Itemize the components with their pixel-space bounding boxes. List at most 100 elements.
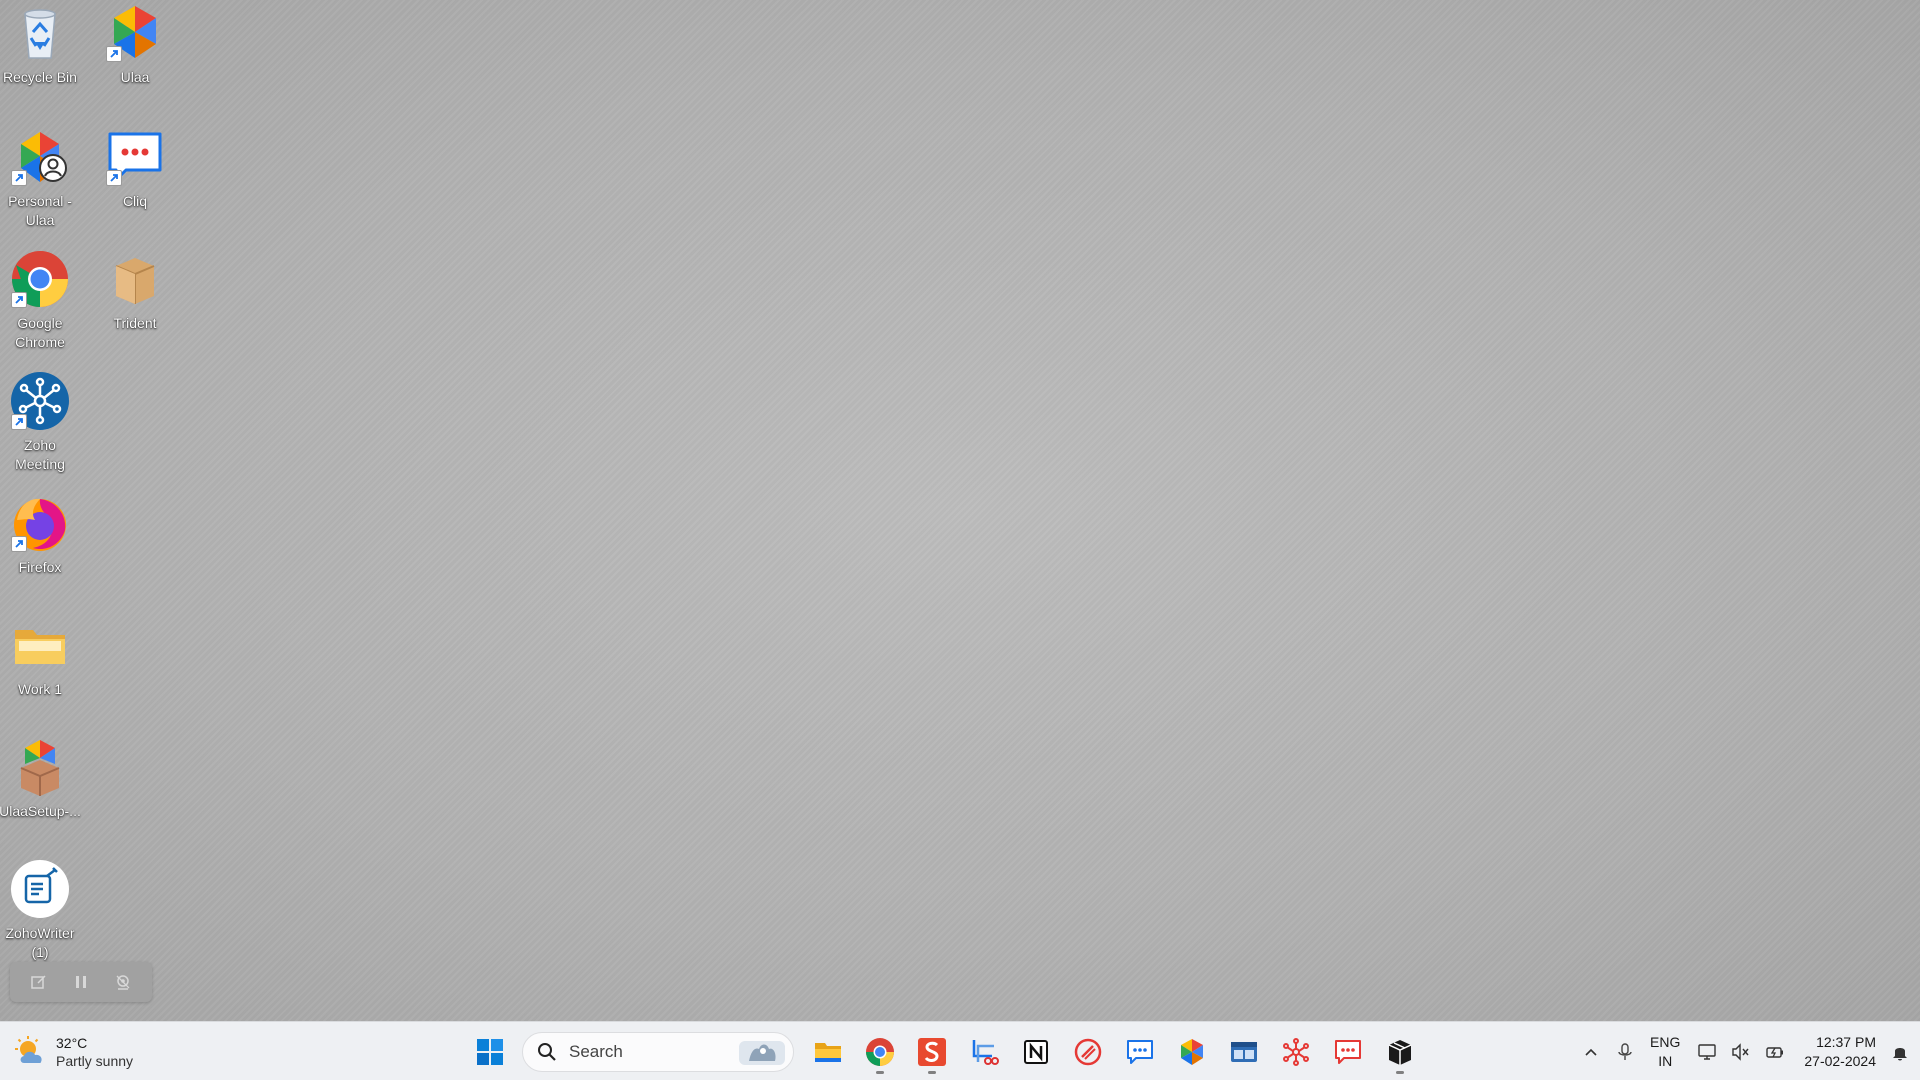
- weather-widget[interactable]: 32°C Partly sunny: [14, 1030, 133, 1074]
- taskbar-search[interactable]: [522, 1031, 794, 1072]
- weather-condition: Partly sunny: [56, 1053, 134, 1069]
- cliq-icon: [1127, 1039, 1153, 1064]
- webcam-icon: [116, 975, 130, 990]
- desktop-icon-zoho-meeting[interactable]: Zoho Meeting: [0, 368, 88, 488]
- desktop-icon-label: Trident: [113, 315, 157, 331]
- taskbar-zoho-meeting[interactable]: [1270, 1028, 1322, 1076]
- desktop-icon-ulaa[interactable]: Ulaa: [87, 0, 183, 120]
- start-button[interactable]: [464, 1028, 516, 1076]
- zoho-meeting-icon: [9, 370, 71, 432]
- search-input[interactable]: [569, 1041, 719, 1062]
- recorder-webcam-button[interactable]: [110, 969, 136, 995]
- taskbar-sublime[interactable]: [906, 1028, 958, 1076]
- recycle-bin-icon: [9, 2, 71, 64]
- desktop-icon-chrome[interactable]: Google Chrome: [0, 246, 88, 366]
- desktop-icon-ulaa-setup[interactable]: UlaaSetup-...: [0, 734, 88, 854]
- sun-cloud-icon: [15, 1036, 42, 1063]
- desktop-icon-label: Zoho Meeting: [15, 437, 65, 472]
- microphone-button[interactable]: [1610, 1032, 1640, 1072]
- running-indicator: [876, 1070, 884, 1074]
- language-code: ENG: [1650, 1033, 1681, 1050]
- battery-button[interactable]: [1760, 1032, 1790, 1072]
- cliq-icon: [104, 126, 166, 188]
- no-symbol-icon: [1074, 1038, 1102, 1065]
- recorder-pause-button[interactable]: [68, 969, 94, 995]
- notification-bell-icon: [1893, 1047, 1907, 1060]
- clock-time: 12:37 PM: [1816, 1033, 1876, 1050]
- weather-temperature: 32°C: [56, 1035, 88, 1051]
- taskbar-cliq[interactable]: [1114, 1028, 1166, 1076]
- shortcut-arrow-icon: [11, 170, 27, 186]
- system-tray: ENG IN 12:37 PM 27-02-2024: [1574, 1022, 1920, 1080]
- recorder-edit-button[interactable]: [26, 969, 52, 995]
- shortcut-arrow-icon: [11, 536, 27, 552]
- show-hidden-icons-button[interactable]: [1576, 1032, 1606, 1072]
- chrome-icon: [866, 1037, 894, 1066]
- shortcut-arrow-icon: [106, 170, 122, 186]
- language-region: IN: [1658, 1052, 1673, 1069]
- window-manager-icon: [1231, 1041, 1257, 1062]
- taskbar-file-explorer[interactable]: [802, 1028, 854, 1076]
- volume-button[interactable]: [1726, 1032, 1756, 1072]
- desktop-icon-label: Cliq: [122, 193, 148, 209]
- taskbar-snipping-tool[interactable]: [958, 1028, 1010, 1076]
- desktop-icon-label: Personal - Ulaa: [8, 193, 72, 228]
- box-icon: [104, 248, 166, 310]
- desktop-icon-cliq[interactable]: Cliq: [87, 124, 183, 244]
- taskbar-notion[interactable]: [1010, 1028, 1062, 1076]
- shortcut-arrow-icon: [11, 292, 27, 308]
- desktop-icon-label: Ulaa: [120, 69, 150, 85]
- desktop-icon-zoho-writer[interactable]: ZohoWriter (1): [0, 856, 88, 976]
- desktop[interactable]: Recycle Bin Personal - Ulaa Google Chrom…: [0, 0, 1920, 1021]
- search-highlight-icon: [739, 1040, 785, 1065]
- firefox-icon: [9, 492, 71, 554]
- running-indicator: [928, 1070, 936, 1074]
- shortcut-arrow-icon: [106, 46, 122, 62]
- clock[interactable]: 12:37 PM 27-02-2024: [1804, 1033, 1876, 1071]
- clock-date: 27-02-2024: [1804, 1052, 1876, 1069]
- desktop-icon-label: UlaaSetup-...: [0, 803, 81, 819]
- running-indicator: [1396, 1070, 1404, 1074]
- volume-muted-icon: [1732, 1042, 1749, 1061]
- snipping-tool-icon: [972, 1039, 999, 1065]
- language-indicator[interactable]: ENG IN: [1650, 1033, 1680, 1071]
- desktop-icon-work-folder[interactable]: Work 1: [0, 612, 88, 732]
- file-explorer-icon: [815, 1042, 841, 1062]
- cliq-chat-icon: [1335, 1039, 1361, 1064]
- desktop-icon-label: Recycle Bin: [3, 69, 77, 85]
- battery-charging-icon: [1766, 1046, 1784, 1058]
- desktop-icon-label: Work 1: [17, 681, 63, 697]
- windows-start-icon: [477, 1038, 503, 1065]
- desktop-icon-firefox[interactable]: Firefox: [0, 490, 88, 610]
- taskbar-ulaa[interactable]: [1166, 1028, 1218, 1076]
- ulaa-personal-icon: [9, 126, 71, 188]
- zoho-writer-icon: [9, 858, 71, 920]
- network-icon: [1698, 1043, 1717, 1060]
- taskbar-chrome[interactable]: [854, 1028, 906, 1076]
- sublime-icon: [918, 1037, 946, 1066]
- desktop-icon-ulaa-personal[interactable]: Personal - Ulaa: [0, 124, 88, 244]
- desktop-icon-label: Google Chrome: [15, 315, 65, 350]
- recorder-control-bar: [10, 962, 152, 1002]
- desktop-icon-label: Firefox: [18, 559, 62, 575]
- taskbar-box-app[interactable]: [1374, 1028, 1426, 1076]
- shortcut-arrow-icon: [11, 414, 27, 430]
- ulaa-icon: [1181, 1038, 1203, 1065]
- taskbar-no-symbol-app[interactable]: [1062, 1028, 1114, 1076]
- network-button[interactable]: [1692, 1032, 1722, 1072]
- desktop-icon-label: ZohoWriter (1): [5, 925, 75, 960]
- zoho-meeting-icon: [1283, 1037, 1309, 1066]
- search-icon: [538, 1042, 556, 1061]
- taskbar-center: [464, 1022, 1426, 1080]
- chrome-icon: [9, 248, 71, 310]
- desktop-icon-trident[interactable]: Trident: [87, 246, 183, 366]
- taskbar-cliq-chat[interactable]: [1322, 1028, 1374, 1076]
- pause-icon: [76, 976, 86, 988]
- notification-button[interactable]: [1884, 1032, 1916, 1072]
- taskbar-window-manager[interactable]: [1218, 1028, 1270, 1076]
- notion-icon: [1024, 1039, 1048, 1064]
- microphone-icon: [1618, 1042, 1632, 1060]
- folder-icon: [9, 614, 71, 676]
- desktop-icon-recycle-bin[interactable]: Recycle Bin: [0, 0, 88, 120]
- ulaa-icon: [104, 2, 166, 64]
